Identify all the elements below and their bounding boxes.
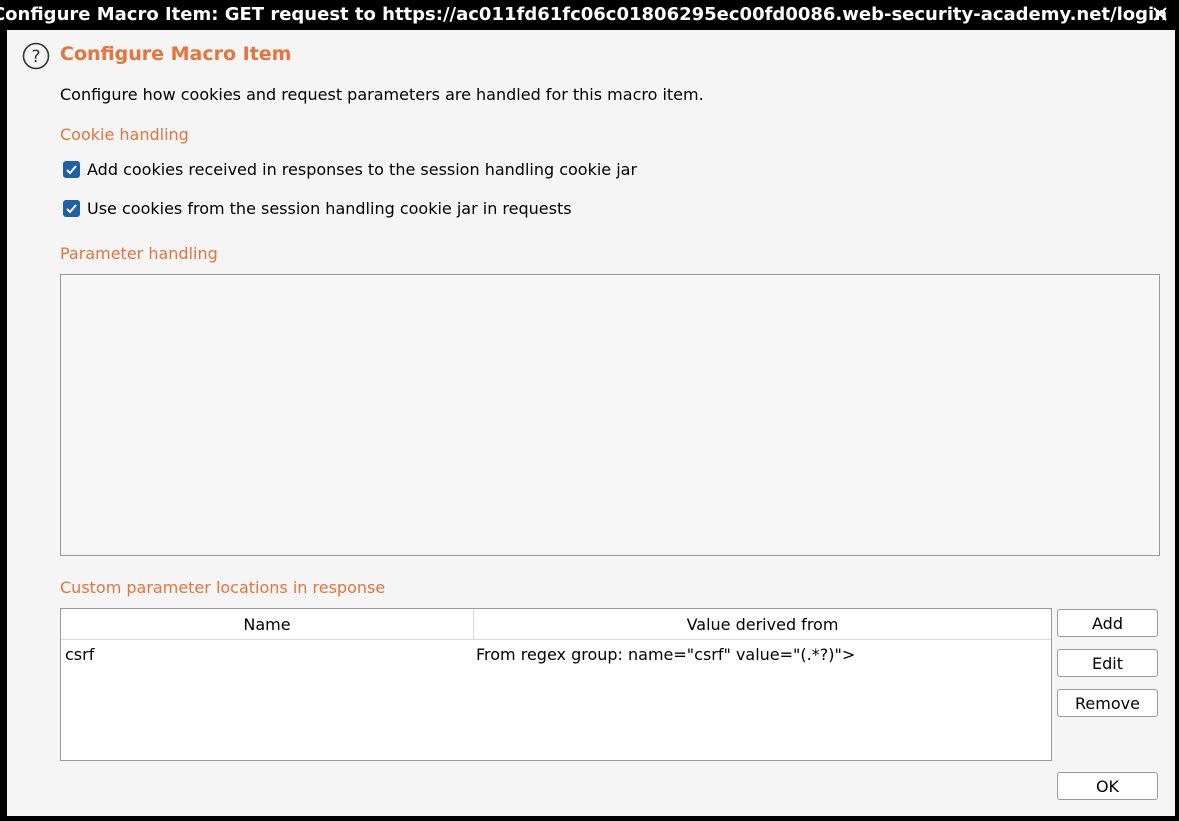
row-value-cell: From regex group: name="csrf" value="(.*…: [476, 644, 856, 664]
svg-text:?: ?: [31, 47, 40, 67]
title-bar[interactable]: Configure Macro Item: GET request to htt…: [0, 0, 1179, 30]
use-cookies-label: Use cookies from the session handling co…: [87, 199, 572, 218]
parameter-handling-panel: [60, 274, 1160, 556]
checkmark-icon: [66, 204, 77, 214]
cookie-handling-label: Cookie handling: [60, 125, 189, 144]
dialog-window: Configure Macro Item: GET request to htt…: [0, 0, 1179, 821]
add-button[interactable]: Add: [1057, 609, 1158, 637]
dialog-heading: Configure Macro Item: [60, 43, 292, 65]
column-header-name[interactable]: Name: [61, 609, 474, 639]
parameter-handling-label: Parameter handling: [60, 244, 218, 263]
checkmark-icon: [66, 165, 77, 175]
help-icon[interactable]: ?: [22, 42, 50, 70]
remove-button[interactable]: Remove: [1057, 689, 1158, 717]
custom-locations-label: Custom parameter locations in response: [60, 578, 386, 597]
custom-locations-table: Name Value derived from csrf From regex …: [60, 608, 1052, 761]
column-header-value[interactable]: Value derived from: [474, 609, 1051, 639]
add-cookies-checkbox-row[interactable]: Add cookies received in responses to the…: [63, 160, 637, 179]
table-row[interactable]: csrf From regex group: name="csrf" value…: [61, 640, 1051, 668]
dialog-description: Configure how cookies and request parame…: [60, 85, 704, 104]
close-icon[interactable]: [1149, 3, 1171, 25]
window-title: Configure Macro Item: GET request to htt…: [0, 4, 1168, 25]
dialog-content: ? Configure Macro Item Configure how coo…: [7, 30, 1175, 816]
ok-button[interactable]: OK: [1057, 772, 1158, 800]
edit-button[interactable]: Edit: [1057, 649, 1158, 677]
use-cookies-checkbox-row[interactable]: Use cookies from the session handling co…: [63, 199, 572, 218]
row-name-cell: csrf: [65, 644, 95, 664]
use-cookies-checkbox[interactable]: [63, 200, 80, 217]
add-cookies-checkbox[interactable]: [63, 161, 80, 178]
table-header: Name Value derived from: [61, 609, 1051, 640]
add-cookies-label: Add cookies received in responses to the…: [87, 160, 638, 179]
